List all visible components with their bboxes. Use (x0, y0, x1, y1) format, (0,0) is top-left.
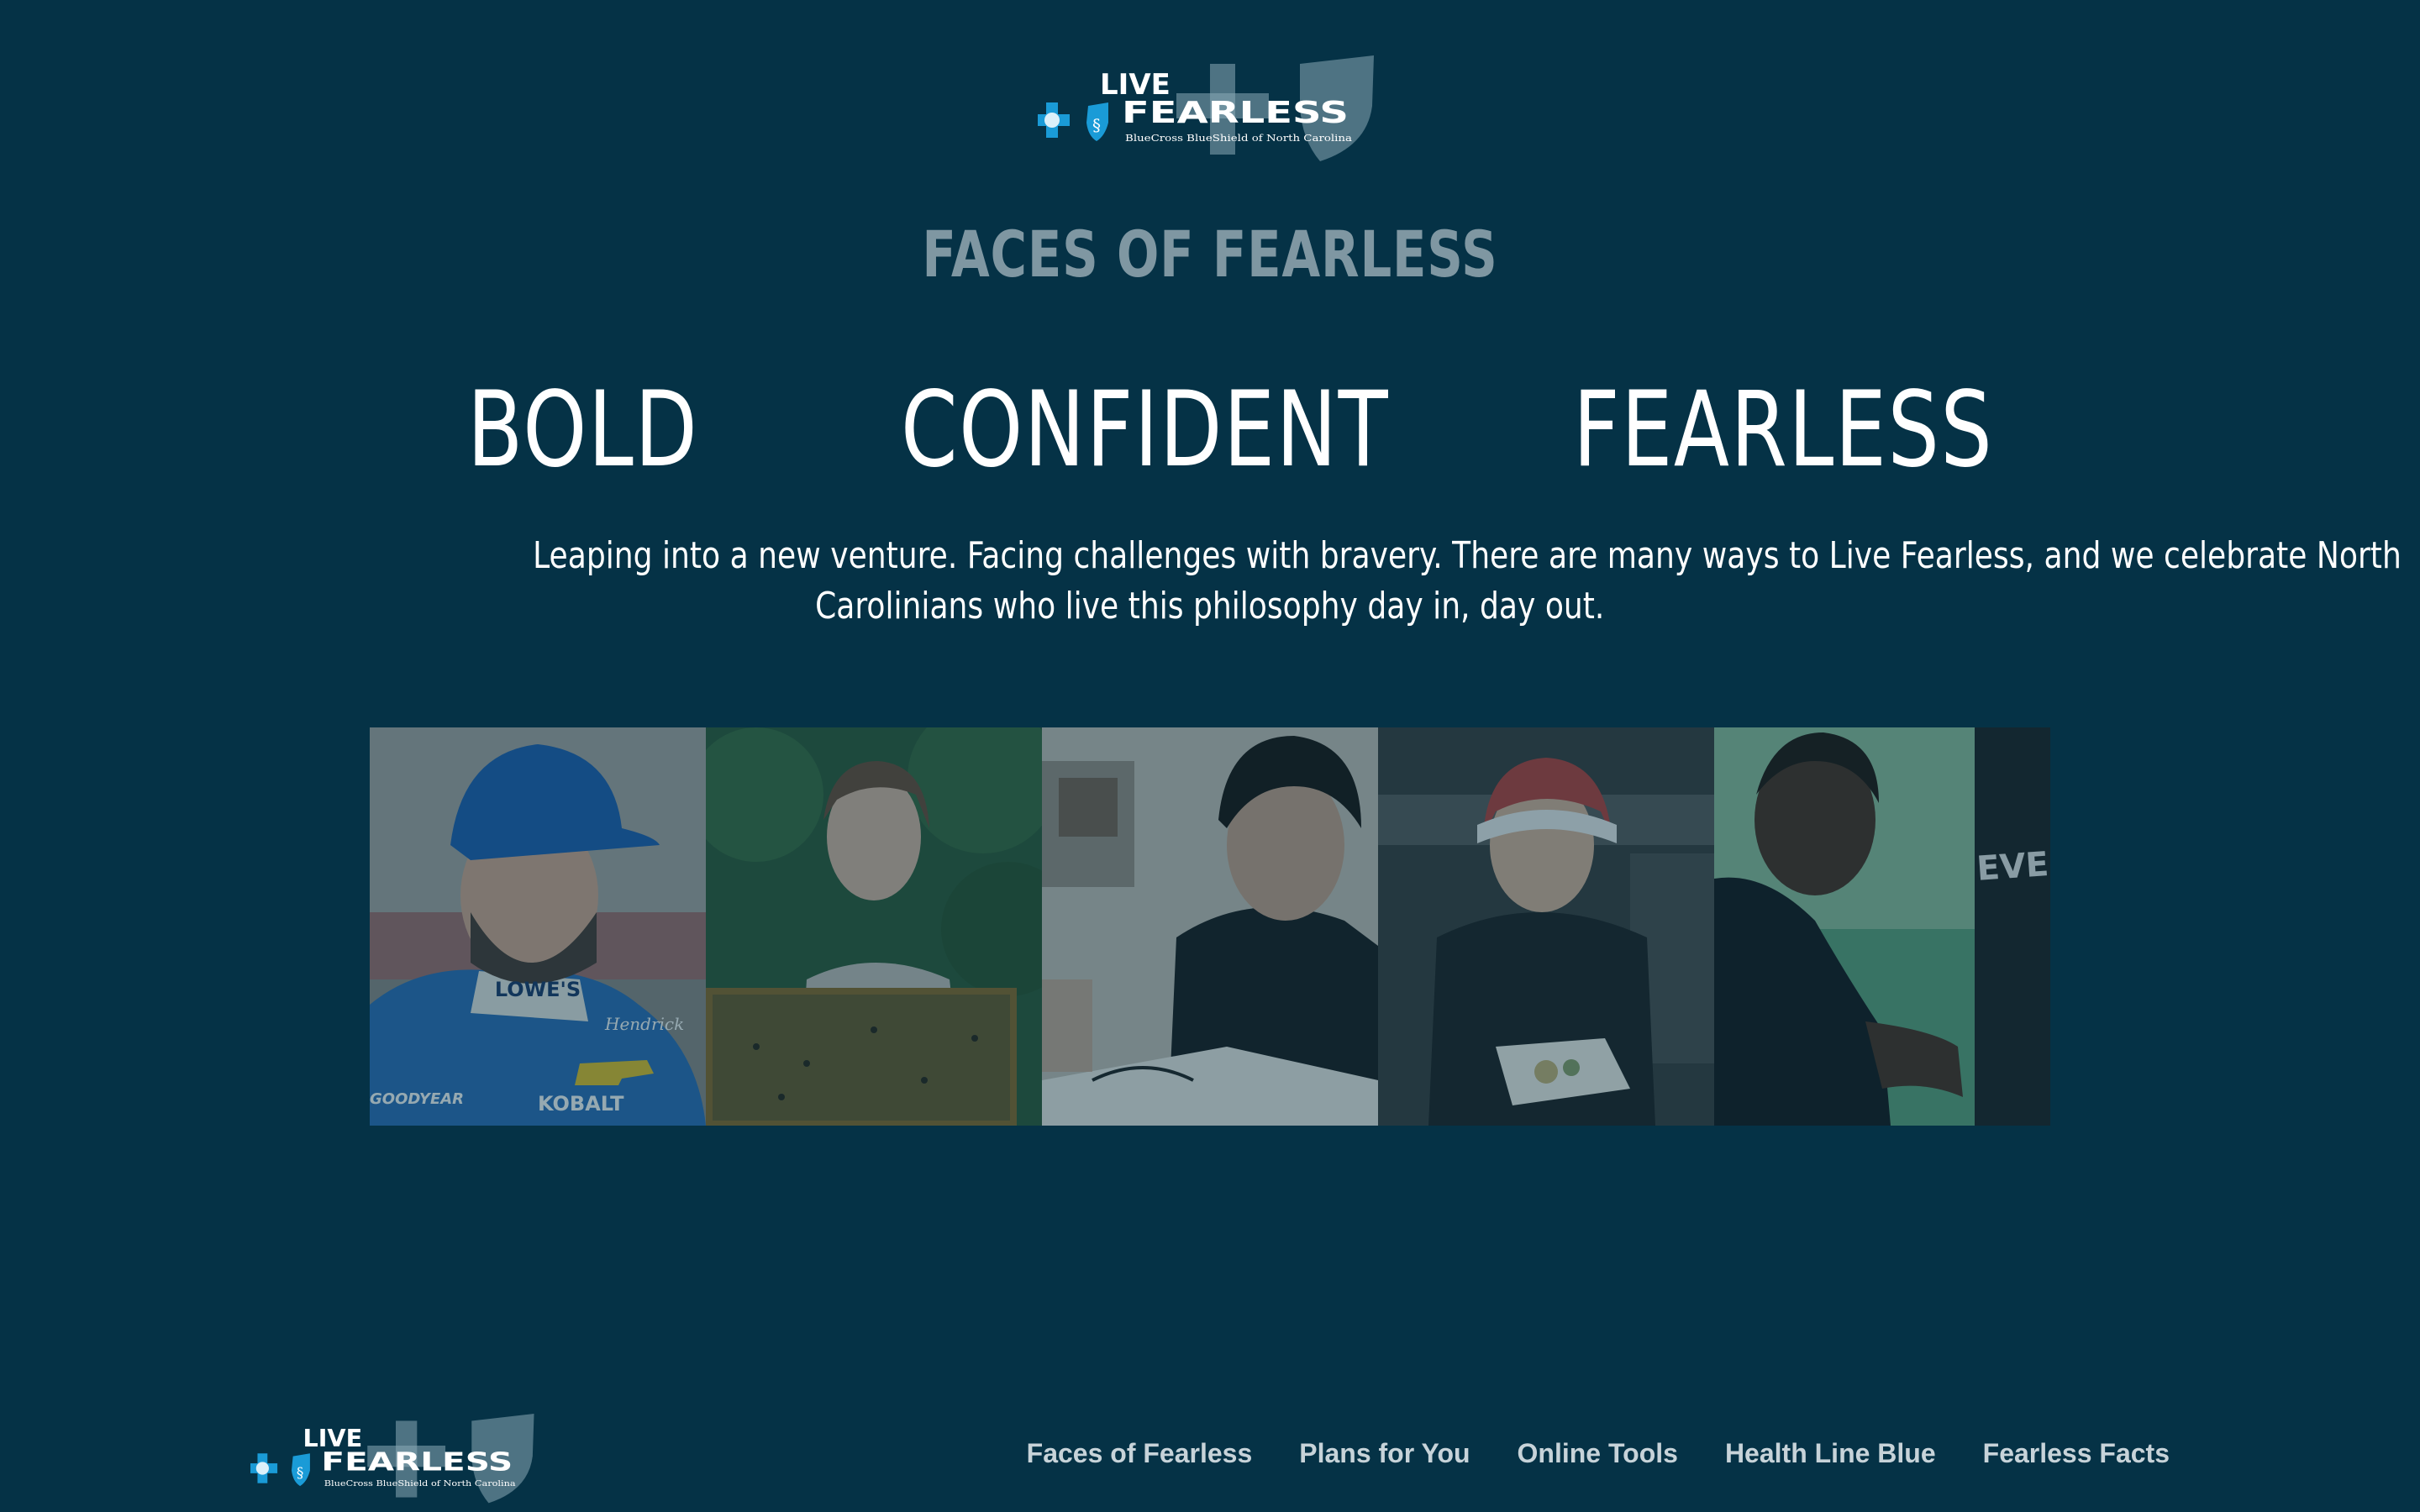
svg-text:§: § (297, 1464, 303, 1481)
face-photo-race-driver[interactable]: LOWE'S Hendrick KOBALT GOODYEAR (370, 727, 706, 1126)
boxer-bag-text: EVERLAST (1975, 837, 2050, 889)
logo-graphic: § LIVE FEARLESS BlueCross BlueShield of … (1038, 55, 1374, 161)
footer-link-fearless-facts[interactable]: Fearless Facts (1983, 1438, 2170, 1469)
trait-bold: BOLD (467, 370, 699, 491)
racer-chest-text: Hendrick (604, 1014, 684, 1034)
footer-logo-bottom-line: FEARLESS (321, 1448, 513, 1478)
faces-photo-strip: LOWE'S Hendrick KOBALT GOODYEAR EVERLAST (370, 727, 2050, 1126)
trait-fearless: FEARLESS (1573, 370, 1994, 491)
intro-line-1: Leaping into a new venture. Facing chall… (533, 534, 2402, 577)
footer-link-online-tools[interactable]: Online Tools (1518, 1438, 1678, 1469)
logo-company: BlueCross BlueShield of North Carolina (1125, 133, 1353, 144)
racer-collar-text: LOWE'S (495, 978, 581, 1001)
footer-link-faces-of-fearless[interactable]: Faces of Fearless (1027, 1438, 1253, 1469)
footer-logo-company: BlueCross BlueShield of North Carolina (324, 1479, 516, 1488)
live-fearless-logo[interactable]: § LIVE FEARLESS BlueCross BlueShield of … (1038, 55, 1382, 163)
footer-link-health-line-blue[interactable]: Health Line Blue (1725, 1438, 1936, 1469)
intro-paragraph: Leaping into a new venture. Facing chall… (328, 531, 2402, 632)
racer-tire-text: GOODYEAR (370, 1090, 464, 1108)
footer-nav: Faces of Fearless Plans for You Online T… (1027, 1438, 2170, 1469)
face-photo-boxer[interactable]: EVERLAST (1714, 727, 2050, 1126)
footer-logo-graphic: § LIVE FEARLESS BlueCross BlueShield of … (250, 1414, 534, 1504)
svg-text:§: § (1092, 115, 1101, 135)
face-photo-chef[interactable] (1378, 727, 1714, 1126)
logo-bottom-line: FEARLESS (1122, 96, 1349, 130)
intro-line-2: Carolinians who live this philosophy day… (815, 585, 1605, 627)
trait-confident: CONFIDENT (901, 370, 1390, 491)
footer-live-fearless-logo[interactable]: § LIVE FEARLESS BlueCross BlueShield of … (250, 1414, 541, 1504)
face-photo-beekeeper[interactable] (706, 727, 1042, 1126)
page-title: FACES OF FEARLESS (922, 217, 1498, 291)
footer-link-plans-for-you[interactable]: Plans for You (1299, 1438, 1470, 1469)
page: § LIVE FEARLESS BlueCross BlueShield of … (0, 0, 2420, 1512)
racer-sponsor-text: KOBALT (538, 1092, 624, 1116)
face-photo-artist[interactable] (1042, 727, 1378, 1126)
